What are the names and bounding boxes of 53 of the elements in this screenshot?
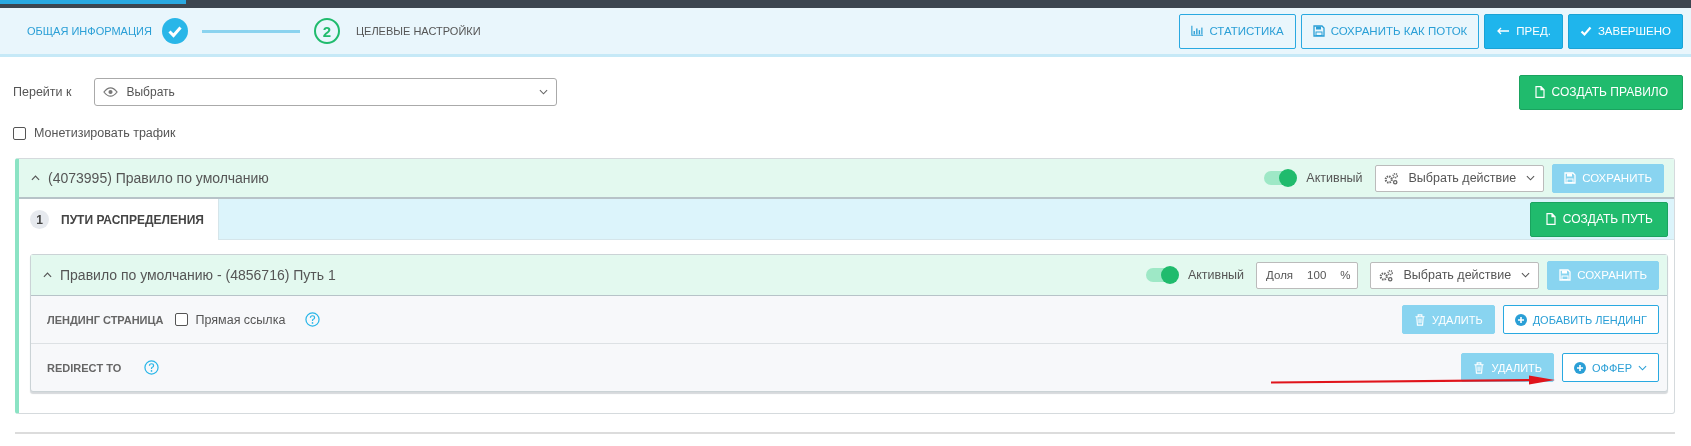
create-rule-button[interactable]: СОЗДАТЬ ПРАВИЛО [1518,74,1683,110]
delete-button[interactable]: УДАЛИТЬ [1402,305,1495,334]
step-label[interactable]: ОБЩАЯ ИНФОРМАЦИЯ [27,25,152,37]
chevron-up-icon[interactable] [31,175,40,181]
row-label: REDIRECT TO [47,361,122,374]
wizard-button[interactable]: СОХРАНИТЬ КАК ПОТОК [1300,13,1480,49]
gears-icon [1383,171,1399,185]
chevron-down-icon [1521,272,1531,278]
chevron-down-icon [539,89,549,95]
checkbox-label: Монетизировать трафик [34,126,176,140]
goto-label: Перейти к [13,85,72,99]
trash-icon [1473,361,1486,374]
plus-circle-icon [1574,361,1587,374]
arrow-left-icon [1496,25,1511,37]
add-button[interactable]: ДОБАВИТЬ ЛЕНДИНГ [1502,305,1659,334]
goto-select[interactable]: Выбрать [94,78,558,106]
eye-icon [103,87,119,97]
save-button[interactable]: СОХРАНИТЬ [1547,260,1659,290]
tab[interactable]: 1 ПУТИ РАСПРЕДЕЛЕНИЯ [19,199,219,240]
step-label[interactable]: ЦЕЛЕВЫЕ НАСТРОЙКИ [355,25,481,37]
row-label: ЛЕНДИНГ СТРАНИЦА [47,313,164,326]
checkbox[interactable] [174,313,188,326]
save-button[interactable]: СОХРАНИТЬ [1552,163,1664,193]
save-icon [1564,172,1577,184]
trash-icon [1414,313,1427,326]
checkbox-label: Прямая ссылка [195,312,286,327]
create-path-button[interactable]: СОЗДАТЬ ПУТЬ [1529,201,1668,237]
action-dropdown[interactable]: Выбрать действие [1374,164,1545,192]
checkbox[interactable] [13,126,26,140]
file-icon [1544,213,1557,225]
file-icon [1533,86,1546,98]
toggle-label: Активный [1187,268,1245,282]
rule-title: (4073995) Правило по умолчанию [48,170,269,186]
wizard-button[interactable]: ПРЕД. [1484,13,1563,49]
active-toggle[interactable] [1145,268,1178,282]
gears-icon [1378,268,1394,282]
check-icon [1579,25,1592,37]
active-toggle[interactable] [1264,171,1297,185]
chevron-up-icon[interactable] [43,272,52,278]
wizard-button[interactable]: СТАТИСТИКА [1179,13,1296,49]
chevron-down-icon [1526,175,1536,181]
add-button[interactable]: ОФФЕР [1562,353,1659,382]
path-title: Правило по умолчанию - (4856716) Путь 1 [60,267,336,283]
chevron-down-icon [1638,364,1647,371]
share-field[interactable]: Доля 100 % [1256,261,1358,289]
toggle-label: Активный [1306,171,1363,185]
save-icon [1559,269,1572,281]
step-number: 2 [313,18,340,44]
chart-icon [1191,25,1204,37]
wizard-button[interactable]: ЗАВЕРШЕНО [1567,13,1683,49]
action-dropdown[interactable]: Выбрать действие [1369,261,1540,289]
plus-circle-icon [1514,313,1527,326]
save-icon [1312,25,1325,37]
